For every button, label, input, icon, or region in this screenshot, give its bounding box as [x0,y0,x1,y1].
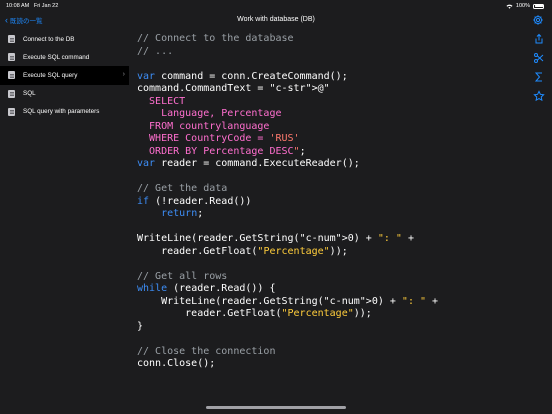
code-line: // ... [137,45,174,57]
star-icon[interactable] [533,90,545,102]
sidebar-item-execute-command[interactable]: Execute SQL command [0,48,129,66]
code-block: // Connect to the database// ... var com… [137,33,438,371]
code-line: var reader = command.ExecuteReader(); [137,158,360,169]
sigma-icon[interactable] [533,71,545,83]
sidebar-item-label: Execute SQL query [23,71,78,79]
document-icon [8,107,15,116]
scissors-icon[interactable] [533,52,545,64]
code-line: WHERE CountryCode = 'RUS' [137,133,300,144]
code-line: while (reader.Read()) { [137,283,276,294]
sidebar-item-sql-params[interactable]: SQL query with parameters [0,103,129,121]
code-line: reader.GetFloat("Percentage")); [137,308,372,319]
document-icon [8,71,15,80]
sidebar-item-sql[interactable]: SQL [0,85,129,103]
code-line: reader.GetFloat("Percentage")); [137,245,348,257]
code-line: // Close the connection [137,345,276,357]
sidebar-item-label: Connect to the DB [23,35,75,43]
sidebar: Connect to the DB Execute SQL command Ex… [0,30,129,405]
sidebar-item-connect[interactable]: Connect to the DB [0,30,129,48]
code-line: WriteLine(reader.GetString("c-num">0) + … [137,233,414,244]
code-line: // Get the data [137,183,228,194]
status-time: 10:08 AM Fri Jan 22 [6,3,59,9]
code-line: // Connect to the database [137,33,294,44]
code-line: WriteLine(reader.GetString("c-num">0) + … [137,295,439,307]
code-line: ORDER BY Percentage DESC"; [137,145,306,157]
code-line: Language, Percentage [137,108,282,119]
code-line: conn.Close(); [137,358,216,369]
code-line: command.CommandText = "c-str">@" [137,83,330,94]
document-icon [8,53,15,62]
sidebar-item-execute-query[interactable]: Execute SQL query › [0,66,129,85]
code-editor[interactable]: // Connect to the database// ... var com… [129,30,552,405]
battery-percent: 100% [515,3,530,9]
sidebar-item-label: Execute SQL command [23,53,90,61]
code-line: return; [161,208,204,219]
sidebar-item-label: SQL query with parameters [23,108,100,116]
code-line: if (!reader.Read()) [137,195,252,207]
status-right: 100% [506,3,544,9]
code-line: } [137,320,144,332]
battery-icon [533,3,544,9]
document-icon [8,89,15,98]
home-indicator[interactable] [206,406,346,409]
code-line: var command = conn.CreateCommand(); [137,70,348,82]
editor-toolbar [526,30,552,120]
status-bar: 10:08 AM Fri Jan 22 100% [0,0,552,12]
gear-icon[interactable] [532,14,544,26]
code-line: SELECT [137,95,186,107]
wifi-icon [506,4,513,9]
chevron-right-icon: › [122,71,125,79]
share-icon[interactable] [533,33,545,45]
navigation-bar: ‹ 既読の一覧 Work with database (DB) [0,12,552,30]
document-icon [8,35,15,44]
code-line: // Get all rows [137,270,228,282]
code-line: FROM countrylanguage [137,120,270,132]
page-title: Work with database (DB) [237,16,315,23]
sidebar-item-label: SQL [23,90,36,98]
